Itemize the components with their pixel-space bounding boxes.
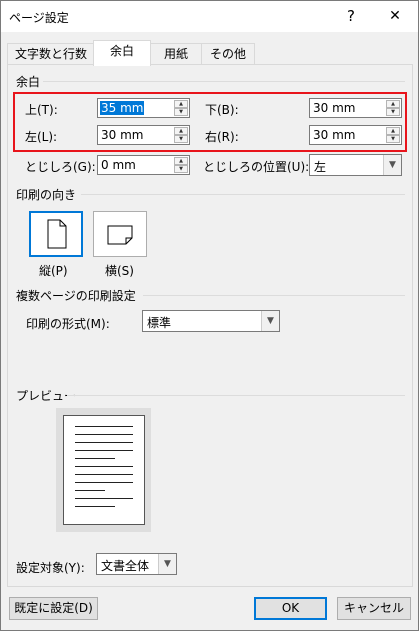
preview-line	[75, 474, 133, 475]
apply-to-value: 文書全体	[101, 559, 150, 573]
right-margin-spinner[interactable]: ▲ ▼	[386, 127, 400, 143]
preview-line	[75, 442, 133, 443]
gutter-value: 0 mm	[101, 158, 136, 172]
preview-line	[75, 434, 133, 435]
preview-divider	[67, 395, 405, 396]
gutter-position-select[interactable]: 左 ▼	[309, 154, 402, 176]
print-format-select[interactable]: 標準 ▼	[142, 310, 280, 332]
orientation-section-label: 印刷の向き	[16, 188, 77, 202]
gutter-position-value: 左	[314, 160, 327, 174]
bottom-margin-value: 30 mm	[313, 101, 356, 115]
tab-bar: 文字数と行数 余白 用紙 その他	[7, 40, 412, 66]
preview-line	[75, 458, 115, 459]
tab-layout[interactable]: その他	[201, 43, 255, 65]
help-button[interactable]: ?	[341, 6, 361, 26]
spin-down-icon[interactable]: ▼	[174, 165, 188, 173]
landscape-page-icon	[107, 225, 133, 245]
multiple-pages-section-label: 複数ページの印刷設定	[16, 289, 136, 303]
spin-down-icon[interactable]: ▼	[174, 135, 188, 143]
preview-line	[75, 482, 133, 483]
spin-down-icon[interactable]: ▼	[386, 108, 400, 116]
window-title: ページ設定	[9, 11, 69, 25]
spin-up-icon[interactable]: ▲	[174, 100, 188, 108]
gutter-label: とじしろ(G):	[25, 160, 96, 174]
bottom-margin-input[interactable]: 30 mm ▲ ▼	[309, 98, 402, 118]
preview-line	[75, 498, 133, 499]
top-margin-label: 上(T):	[25, 103, 58, 117]
spin-up-icon[interactable]: ▲	[174, 127, 188, 135]
apply-to-label: 設定対象(Y):	[16, 561, 85, 575]
portrait-page-icon	[47, 219, 67, 249]
print-format-label: 印刷の形式(M):	[26, 317, 110, 331]
spin-up-icon[interactable]: ▲	[174, 157, 188, 165]
tab-margins[interactable]: 余白	[93, 40, 151, 66]
preview-line	[75, 426, 133, 427]
chevron-down-icon[interactable]: ▼	[158, 554, 176, 574]
spin-down-icon[interactable]: ▼	[174, 108, 188, 116]
landscape-label[interactable]: 横(S)	[105, 262, 134, 279]
preview-line	[75, 506, 115, 507]
close-icon: ✕	[389, 8, 401, 24]
right-margin-label: 右(R):	[205, 130, 239, 144]
orientation-divider	[81, 194, 405, 195]
portrait-label[interactable]: 縦(P)	[39, 262, 68, 279]
spin-down-icon[interactable]: ▼	[386, 135, 400, 143]
title-bar: ページ設定 ? ✕	[1, 1, 418, 32]
preview-page	[63, 415, 145, 525]
landscape-button[interactable]	[93, 211, 147, 257]
right-margin-input[interactable]: 30 mm ▲ ▼	[309, 125, 402, 145]
multiple-pages-divider	[143, 295, 405, 296]
top-margin-input[interactable]: 35 mm ▲ ▼	[97, 98, 190, 118]
tab-paper[interactable]: 用紙	[149, 43, 203, 65]
spin-up-icon[interactable]: ▲	[386, 127, 400, 135]
bottom-margin-label: 下(B):	[205, 103, 239, 117]
preview-line	[75, 490, 105, 491]
ok-button[interactable]: OK	[254, 597, 327, 620]
margins-section-label: 余白	[16, 75, 41, 89]
left-margin-value: 30 mm	[101, 128, 144, 142]
margins-divider	[43, 81, 405, 82]
spin-up-icon[interactable]: ▲	[386, 100, 400, 108]
top-margin-value: 35 mm	[100, 101, 145, 115]
preview-line	[75, 450, 133, 451]
tab-document-grid[interactable]: 文字数と行数	[7, 43, 95, 65]
gutter-spinner[interactable]: ▲ ▼	[174, 157, 188, 173]
left-margin-input[interactable]: 30 mm ▲ ▼	[97, 125, 190, 145]
print-format-value: 標準	[147, 316, 172, 330]
gutter-input[interactable]: 0 mm ▲ ▼	[97, 155, 190, 175]
right-margin-value: 30 mm	[313, 128, 356, 142]
gutter-position-label: とじしろの位置(U):	[203, 160, 310, 174]
apply-to-select[interactable]: 文書全体 ▼	[96, 553, 177, 575]
cancel-button[interactable]: キャンセル	[337, 597, 411, 620]
set-default-button[interactable]: 既定に設定(D)	[9, 597, 98, 620]
left-margin-label: 左(L):	[25, 130, 58, 144]
chevron-down-icon[interactable]: ▼	[261, 311, 279, 331]
left-margin-spinner[interactable]: ▲ ▼	[174, 127, 188, 143]
portrait-button[interactable]	[29, 211, 83, 257]
bottom-margin-spinner[interactable]: ▲ ▼	[386, 100, 400, 116]
page-setup-dialog: ページ設定 ? ✕ 文字数と行数 余白 用紙 その他 余白 上(T): 35 m…	[0, 0, 419, 631]
preview-line	[75, 466, 133, 467]
top-margin-spinner[interactable]: ▲ ▼	[174, 100, 188, 116]
chevron-down-icon[interactable]: ▼	[383, 155, 401, 175]
close-button[interactable]: ✕	[385, 6, 405, 26]
